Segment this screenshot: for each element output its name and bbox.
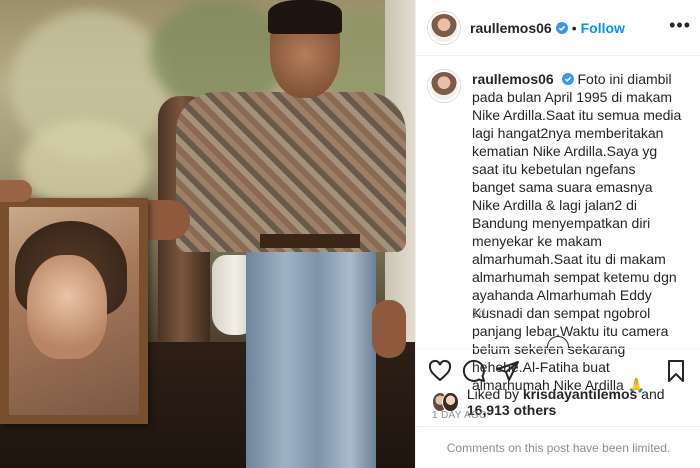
separator-dot: • [571, 19, 577, 36]
post-photo[interactable] [0, 0, 415, 468]
person-belt [260, 234, 360, 248]
bookmark-icon[interactable] [664, 359, 688, 383]
person-hair [268, 0, 342, 34]
comment-icon[interactable] [462, 359, 486, 383]
caption-time: 1d [472, 306, 486, 320]
likes-text: Liked by krisdayantilemos and 16,913 oth… [466, 386, 665, 418]
post-timestamp[interactable]: 1 DAY AGO [432, 410, 487, 421]
liker-username[interactable]: krisdayantilemos [523, 386, 637, 402]
heart-icon[interactable] [428, 359, 452, 383]
caption-body: Foto ini diambil pada bulan April 1995 d… [472, 71, 682, 393]
action-bar [416, 348, 700, 390]
verified-icon [555, 21, 568, 34]
person-arm [372, 300, 406, 358]
background-foliage [20, 120, 150, 210]
share-icon[interactable] [496, 359, 520, 383]
more-icon[interactable]: ••• [669, 16, 691, 34]
follow-button[interactable]: Follow [581, 20, 625, 36]
post-side-panel: raullemos06 • Follow ••• raullemos06 Fot… [415, 0, 700, 468]
avatar[interactable] [428, 11, 460, 44]
person-shirt [176, 92, 406, 252]
comments-limited-notice: Comments on this post have been limited. [416, 426, 700, 468]
caption-text: raullemos06 Foto ini diambil pada bulan … [472, 70, 682, 394]
avatar[interactable] [428, 70, 460, 102]
liker-avatar [442, 392, 459, 412]
hand [0, 180, 32, 202]
portrait-face [27, 255, 107, 359]
portrait-frame [0, 198, 148, 424]
username-link[interactable]: raullemos06 [470, 20, 552, 36]
caption-username[interactable]: raullemos06 [472, 71, 554, 87]
verified-icon [561, 73, 574, 85]
post-header: raullemos06 • Follow ••• [416, 0, 700, 56]
person-jeans [246, 244, 376, 468]
